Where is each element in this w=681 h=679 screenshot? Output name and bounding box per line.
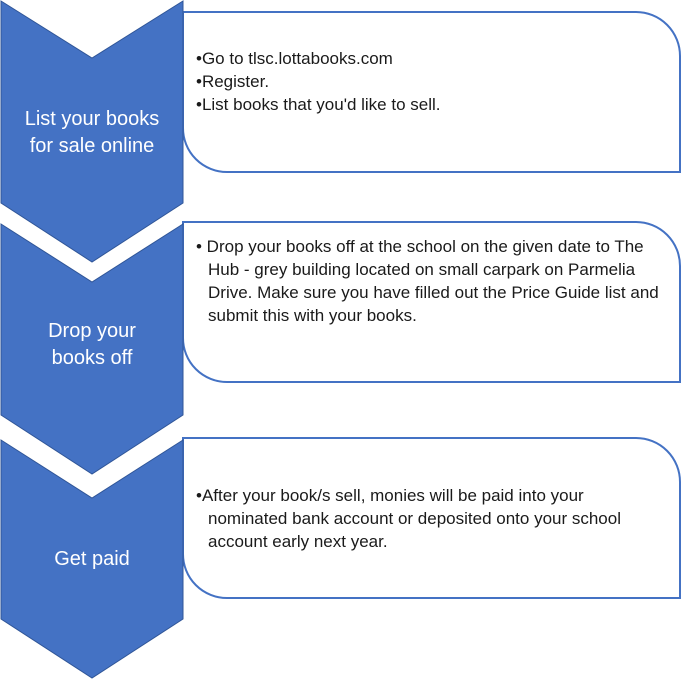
step-2-label: Drop your books off [48,320,136,369]
step-3-label: Get paid [54,548,130,570]
step-1-bullet: •Register. [196,72,270,91]
step-2-details: • Drop your books off at the school on t… [196,235,674,327]
step-2-bullet: • Drop your books off at the school on t… [196,237,659,325]
step-1-bullet: •Go to tlsc.lottabooks.com [196,49,393,68]
step-1-bullet: •List books that you'd like to sell. [196,95,441,114]
step-1-details: •Go to tlsc.lottabooks.com •Register. •L… [196,47,666,116]
step-1-label: List your books for sale online [24,108,160,157]
step-3-details: •After your book/s sell, monies will be … [196,484,666,553]
step-3-bullet: •After your book/s sell, monies will be … [196,486,621,551]
